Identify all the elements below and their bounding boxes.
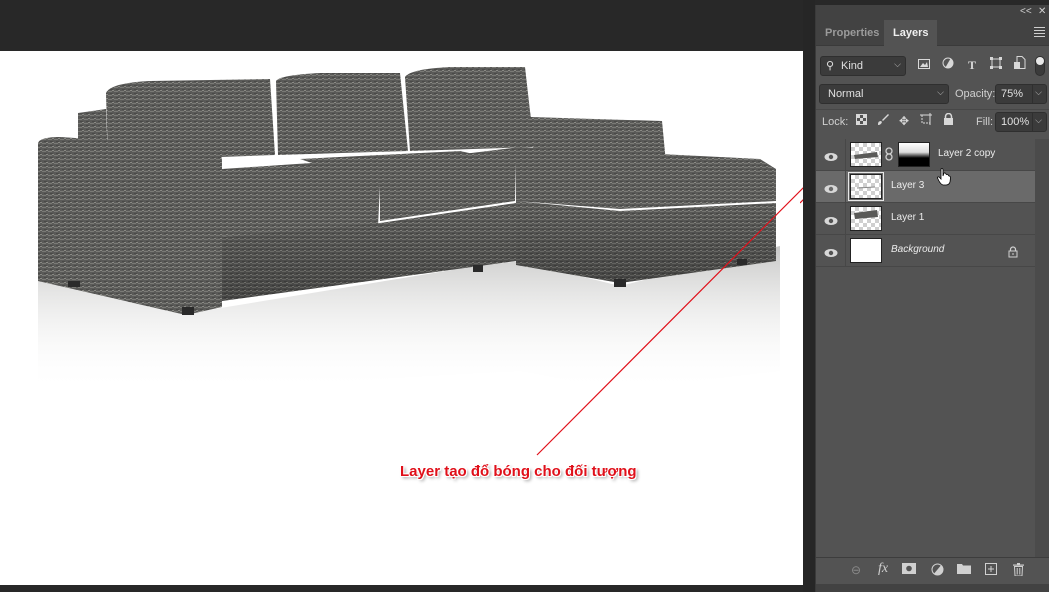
sofa-back-cushion-3: [405, 67, 535, 151]
layer-row-selected[interactable]: Layer 3: [816, 171, 1035, 203]
opacity-dropdown-icon[interactable]: ⌵: [1035, 87, 1042, 98]
visibility-eye-icon[interactable]: [824, 245, 838, 257]
kind-filter-select[interactable]: ⚲ Kind ⌵: [820, 56, 906, 76]
kind-filter-label: Kind: [841, 60, 864, 72]
shape-filter-icon[interactable]: [987, 56, 1005, 74]
lock-all-icon[interactable]: [939, 112, 957, 130]
lock-icon[interactable]: [1008, 245, 1018, 263]
sofa-image: [38, 67, 803, 456]
layers-footer: ⊖ fx: [816, 557, 1049, 583]
annotation-label: Layer tạo đổ bóng cho đối tượng: [400, 463, 637, 480]
new-layer-icon[interactable]: [983, 563, 999, 579]
layer-thumbnail: [850, 206, 882, 231]
layer-name[interactable]: Layer 1: [891, 212, 924, 223]
search-icon: ⚲: [826, 60, 835, 72]
delete-layer-icon[interactable]: [1010, 563, 1026, 579]
panel-gutter: [803, 0, 815, 592]
fill-value: 100%: [1001, 116, 1030, 128]
lock-artboard-icon[interactable]: [917, 112, 935, 130]
fill-dropdown-icon[interactable]: ⌵: [1035, 115, 1042, 126]
panel-menu-icon[interactable]: [1034, 27, 1045, 37]
sofa-back-cushion-2: [276, 73, 408, 155]
layers-panel: << ✕ Properties Layers ⚲ Kind ⌵ T Normal…: [815, 5, 1049, 592]
lock-position-icon[interactable]: ✥: [895, 112, 913, 130]
panel-tabs: Properties Layers: [816, 20, 1049, 46]
mask-link-icon[interactable]: [885, 147, 895, 162]
document-canvas[interactable]: Layer tạo đổ bóng cho đối tượng: [0, 51, 803, 585]
visibility-eye-icon[interactable]: [824, 181, 838, 193]
layer-mask-thumbnail[interactable]: [898, 142, 930, 167]
lock-image-pixels-icon[interactable]: [874, 112, 892, 130]
fill-input[interactable]: 100% ⌵: [995, 112, 1047, 132]
layers-scrollbar[interactable]: [1035, 139, 1049, 559]
layer-row[interactable]: Layer 2 copy: [816, 139, 1035, 171]
layer-thumbnail: [850, 142, 882, 167]
visibility-eye-icon[interactable]: [824, 149, 838, 161]
layer-thumbnail: [850, 238, 882, 263]
chevron-down-icon: ⌵: [894, 59, 901, 69]
opacity-input[interactable]: 75% ⌵: [995, 84, 1047, 104]
filter-toggle-icon[interactable]: [1035, 56, 1045, 76]
fill-label: Fill:: [976, 116, 994, 128]
lock-label: Lock:: [822, 116, 849, 128]
layer-row[interactable]: Layer 1: [816, 203, 1035, 235]
layer-thumbnail: [848, 172, 884, 201]
layer-name[interactable]: Layer 3: [891, 180, 924, 191]
lock-row: Lock: ✥ Fill: 100% ⌵: [816, 112, 1049, 134]
layer-name[interactable]: Layer 2 copy: [938, 148, 995, 159]
lock-transparent-pixels-icon[interactable]: [852, 112, 870, 130]
smart-object-filter-icon[interactable]: [1011, 56, 1029, 74]
panel-resize-handle[interactable]: [816, 584, 1049, 592]
tab-layers[interactable]: Layers: [884, 20, 938, 46]
type-filter-icon[interactable]: T: [963, 56, 981, 74]
fx-icon[interactable]: fx: [875, 561, 891, 577]
layer-row[interactable]: Background: [816, 235, 1035, 267]
hand-cursor-icon: [937, 168, 951, 186]
photoshop-window: Layer tạo đổ bóng cho đối tượng << ✕ Pro…: [0, 0, 1049, 592]
collapse-panel-button[interactable]: <<: [1020, 6, 1032, 17]
panel-topbar: << ✕: [816, 5, 1049, 20]
image-filter-icon[interactable]: [915, 56, 933, 74]
opacity-value: 75%: [1001, 88, 1024, 100]
adjustment-filter-icon[interactable]: [939, 56, 957, 74]
tab-properties[interactable]: Properties: [816, 20, 888, 46]
blend-mode-value: Normal: [828, 88, 864, 100]
opacity-label: Opacity:: [955, 88, 996, 100]
layers-list: Layer 2 copy Layer 3 Layer 1 Background: [816, 139, 1035, 267]
chevron-down-icon: ⌵: [937, 87, 944, 97]
add-mask-icon[interactable]: [901, 563, 917, 579]
close-panel-button[interactable]: ✕: [1038, 6, 1046, 17]
new-group-icon[interactable]: [956, 563, 972, 579]
layer-name[interactable]: Background: [891, 244, 944, 255]
visibility-eye-icon[interactable]: [824, 213, 838, 225]
blend-row: Normal ⌵ Opacity: 75% ⌵: [816, 84, 1049, 106]
link-layers-icon[interactable]: ⊖: [848, 563, 864, 579]
filter-row: ⚲ Kind ⌵ T: [816, 56, 1049, 78]
blend-mode-select[interactable]: Normal ⌵: [819, 84, 949, 104]
adjustment-layer-icon[interactable]: [929, 563, 945, 579]
